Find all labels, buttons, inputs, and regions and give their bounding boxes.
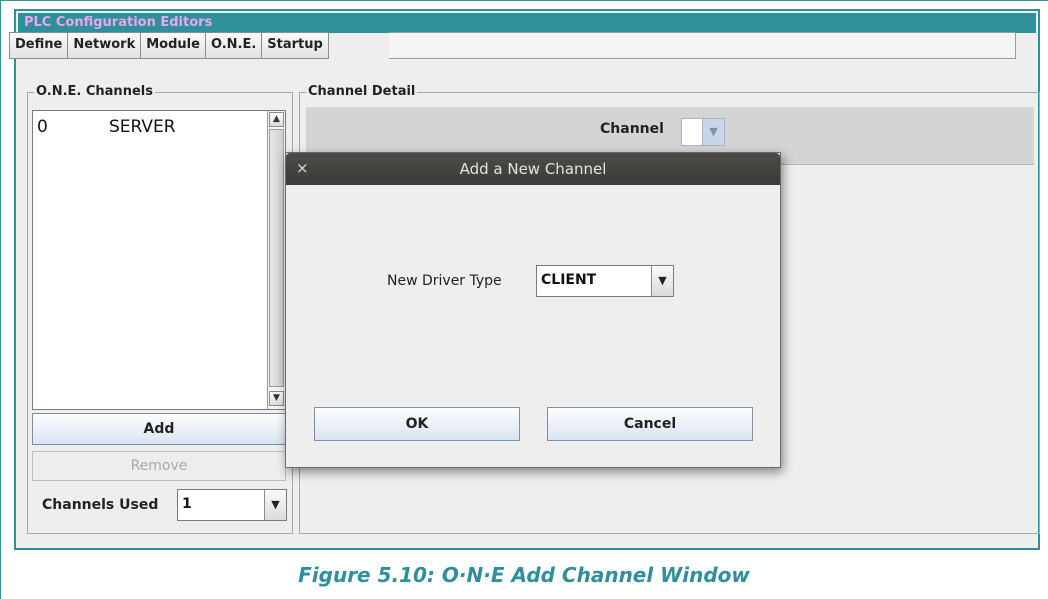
channel-name: SERVER <box>109 117 176 137</box>
driver-type-value: CLIENT <box>541 272 597 288</box>
channels-used-select[interactable]: 1 ▼ <box>177 489 287 521</box>
channels-scrollbar[interactable]: ▲ ▼ <box>267 111 285 409</box>
scroll-thumb[interactable] <box>269 129 284 387</box>
driver-type-label: New Driver Type <box>387 273 502 289</box>
ok-button[interactable]: OK <box>314 407 520 441</box>
scroll-down-icon[interactable]: ▼ <box>269 391 284 406</box>
channel-detail-title: Channel Detail <box>306 84 418 100</box>
tab-one[interactable]: O.N.E. <box>204 32 262 59</box>
add-channel-dialog: × Add a New Channel New Driver Type CLIE… <box>285 152 781 468</box>
cancel-button[interactable]: Cancel <box>547 407 753 441</box>
dialog-title: Add a New Channel <box>459 160 607 178</box>
channels-group-title: O.N.E. Channels <box>34 84 155 100</box>
add-channel-button[interactable]: Add <box>32 413 286 445</box>
channel-label: Channel <box>600 121 664 137</box>
channels-list[interactable]: 0 SERVER ▲ ▼ <box>32 110 286 410</box>
channel-select[interactable]: ▼ <box>681 118 725 146</box>
channels-used-label: Channels Used <box>42 497 159 513</box>
chevron-down-icon[interactable]: ▼ <box>702 119 724 145</box>
channels-used-value: 1 <box>182 496 192 512</box>
dialog-titlebar: × Add a New Channel <box>286 153 780 185</box>
tab-define[interactable]: Define <box>9 32 68 59</box>
list-item[interactable]: 0 SERVER <box>37 117 176 137</box>
remove-channel-button[interactable]: Remove <box>32 451 286 481</box>
window-title: PLC Configuration Editors <box>18 13 1036 33</box>
editor-tabbar: Define Network Module O.N.E. Startup <box>9 32 329 59</box>
tabbar-spacer <box>389 32 1016 59</box>
tab-startup[interactable]: Startup <box>261 32 329 59</box>
tab-module[interactable]: Module <box>140 32 205 59</box>
chevron-down-icon[interactable]: ▼ <box>264 490 286 520</box>
tab-network[interactable]: Network <box>67 32 141 59</box>
scroll-up-icon[interactable]: ▲ <box>269 112 284 127</box>
figure-caption: Figure 5.10: O·N·E Add Channel Window <box>298 563 750 587</box>
driver-type-select[interactable]: CLIENT ▼ <box>536 265 674 297</box>
channel-number: 0 <box>37 117 48 137</box>
chevron-down-icon[interactable]: ▼ <box>651 266 673 296</box>
